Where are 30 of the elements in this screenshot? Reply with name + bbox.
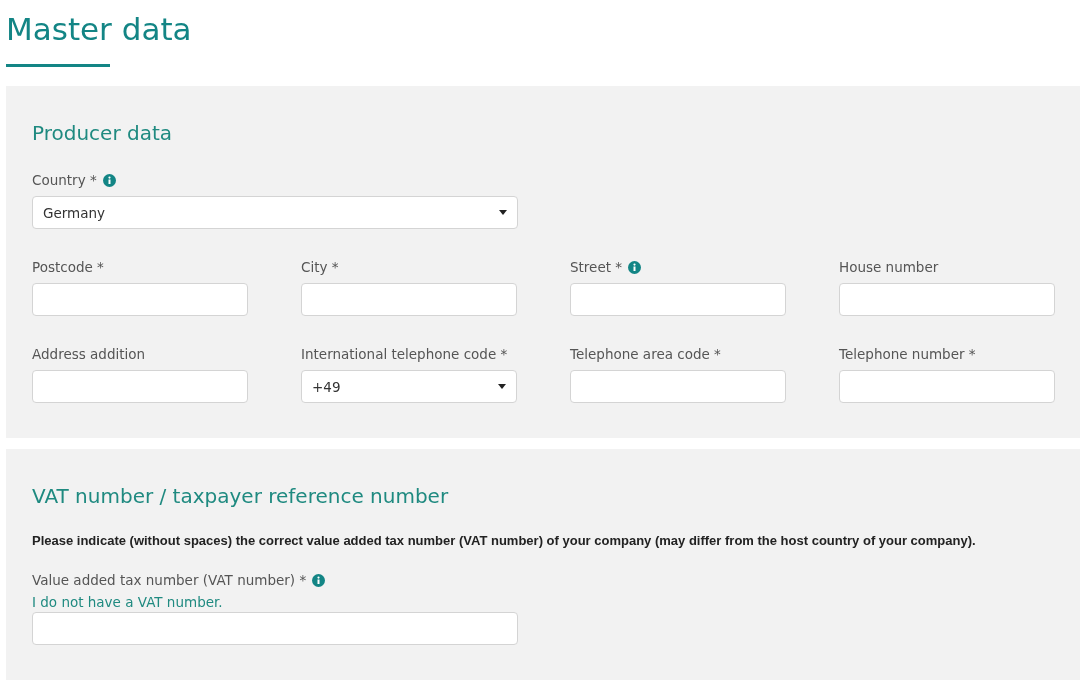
page-title: Master data xyxy=(6,10,192,48)
input-field[interactable] xyxy=(570,370,786,403)
field-label: Country * xyxy=(32,172,97,188)
field-label: Value added tax number (VAT number) * xyxy=(32,572,307,588)
info-icon[interactable] xyxy=(102,173,116,187)
field-label: Street * xyxy=(570,259,623,275)
caret-icon xyxy=(498,384,506,389)
field-label: House number xyxy=(839,259,939,275)
field-label: International telephone code * xyxy=(301,346,508,362)
no-vat-link[interactable]: I do not have a VAT number. xyxy=(32,594,223,610)
caret-icon xyxy=(499,210,507,215)
section-title: VAT number / taxpayer reference number xyxy=(32,483,449,509)
field-label: Telephone area code * xyxy=(570,346,721,362)
input-field[interactable] xyxy=(32,612,518,645)
field-label: Postcode * xyxy=(32,259,104,275)
field-label: Telephone number * xyxy=(839,346,976,362)
dropdown-field[interactable]: +49 xyxy=(301,370,517,403)
input-field[interactable] xyxy=(32,283,248,316)
input-field[interactable] xyxy=(32,370,248,403)
instruction-text: Please indicate (without spaces) the correct value added tax number (VAT number) of your company (may differ from the host country of your company). xyxy=(32,533,977,548)
input-field[interactable] xyxy=(301,283,517,316)
input-field[interactable] xyxy=(570,283,786,316)
section-title: Producer data xyxy=(32,120,173,146)
input-field[interactable] xyxy=(839,283,1055,316)
info-icon[interactable] xyxy=(312,573,326,587)
info-icon[interactable] xyxy=(628,260,642,274)
field-label: City * xyxy=(301,259,339,275)
input-field[interactable] xyxy=(839,370,1055,403)
dropdown-field[interactable]: Germany xyxy=(32,196,518,229)
field-label: Address addition xyxy=(32,346,146,362)
